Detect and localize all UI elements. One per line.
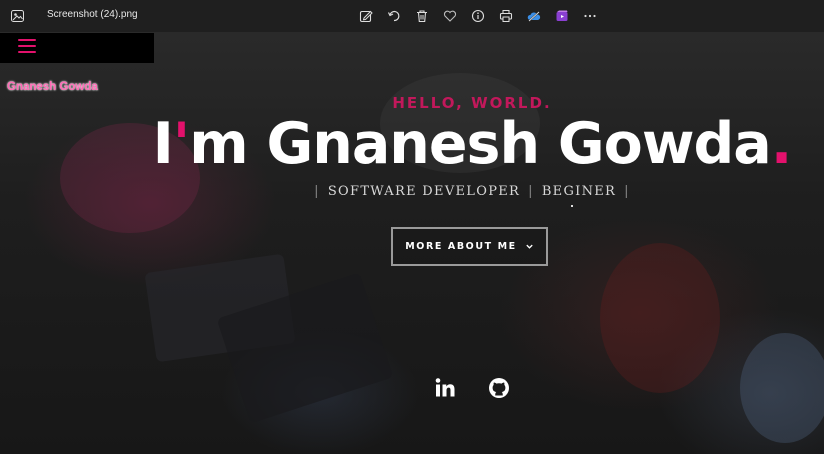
chevron-down-icon [526, 244, 533, 249]
rotate-button[interactable] [386, 8, 402, 24]
viewer-titlebar: Screenshot (24).png [0, 0, 824, 33]
headline-prefix: I [152, 111, 174, 177]
file-name: Screenshot (24).png [47, 9, 138, 20]
rotate-icon [387, 10, 400, 22]
onedrive-cloud-icon [527, 11, 541, 22]
hamburger-menu-icon[interactable] [18, 39, 36, 53]
background-photo-shape [740, 333, 824, 443]
edit-icon [359, 10, 373, 23]
hero-roles: | SOFTWARE DEVELOPER | BEGINER | [0, 184, 824, 199]
heart-icon [443, 10, 457, 22]
hero-greeting: HELLO, WORLD. [392, 94, 552, 112]
headline-name: m Gnanesh Gowda [189, 111, 772, 177]
role-software-developer: SOFTWARE DEVELOPER [327, 184, 521, 199]
nav-bar [0, 33, 154, 63]
video-editor-button[interactable] [554, 8, 570, 24]
linkedin-icon[interactable] [434, 377, 456, 399]
cursor-dot [571, 205, 573, 207]
site-brand[interactable]: Gnanesh Gowda [7, 81, 98, 93]
info-icon [471, 9, 485, 23]
photos-app-icon [11, 10, 24, 22]
portfolio-hero: Gnanesh Gowda HELLO, WORLD. I'm Gnanesh … [0, 33, 824, 454]
more-about-me-label: MORE ABOUT ME [405, 241, 517, 252]
delete-icon [417, 10, 427, 23]
print-button[interactable] [498, 8, 514, 24]
print-icon [499, 10, 513, 22]
video-editor-icon [556, 10, 568, 21]
more-options-button[interactable] [582, 8, 598, 24]
role-beginer: BEGINER [541, 184, 617, 199]
more-horizontal-icon [584, 14, 596, 18]
headline-apostrophe: ' [172, 111, 190, 177]
hero-headline: I'm Gnanesh Gowda. [0, 111, 824, 177]
more-about-me-button[interactable]: MORE ABOUT ME [391, 227, 548, 266]
role-separator: | [314, 184, 320, 199]
onedrive-button[interactable] [526, 8, 542, 24]
delete-button[interactable] [414, 8, 430, 24]
edit-button[interactable] [358, 8, 374, 24]
info-button[interactable] [470, 8, 486, 24]
favorite-button[interactable] [442, 8, 458, 24]
github-icon[interactable] [488, 377, 510, 399]
background-photo-shape [600, 243, 720, 393]
role-separator: | [624, 184, 630, 199]
role-separator: | [528, 184, 534, 199]
headline-dot: . [770, 111, 793, 177]
